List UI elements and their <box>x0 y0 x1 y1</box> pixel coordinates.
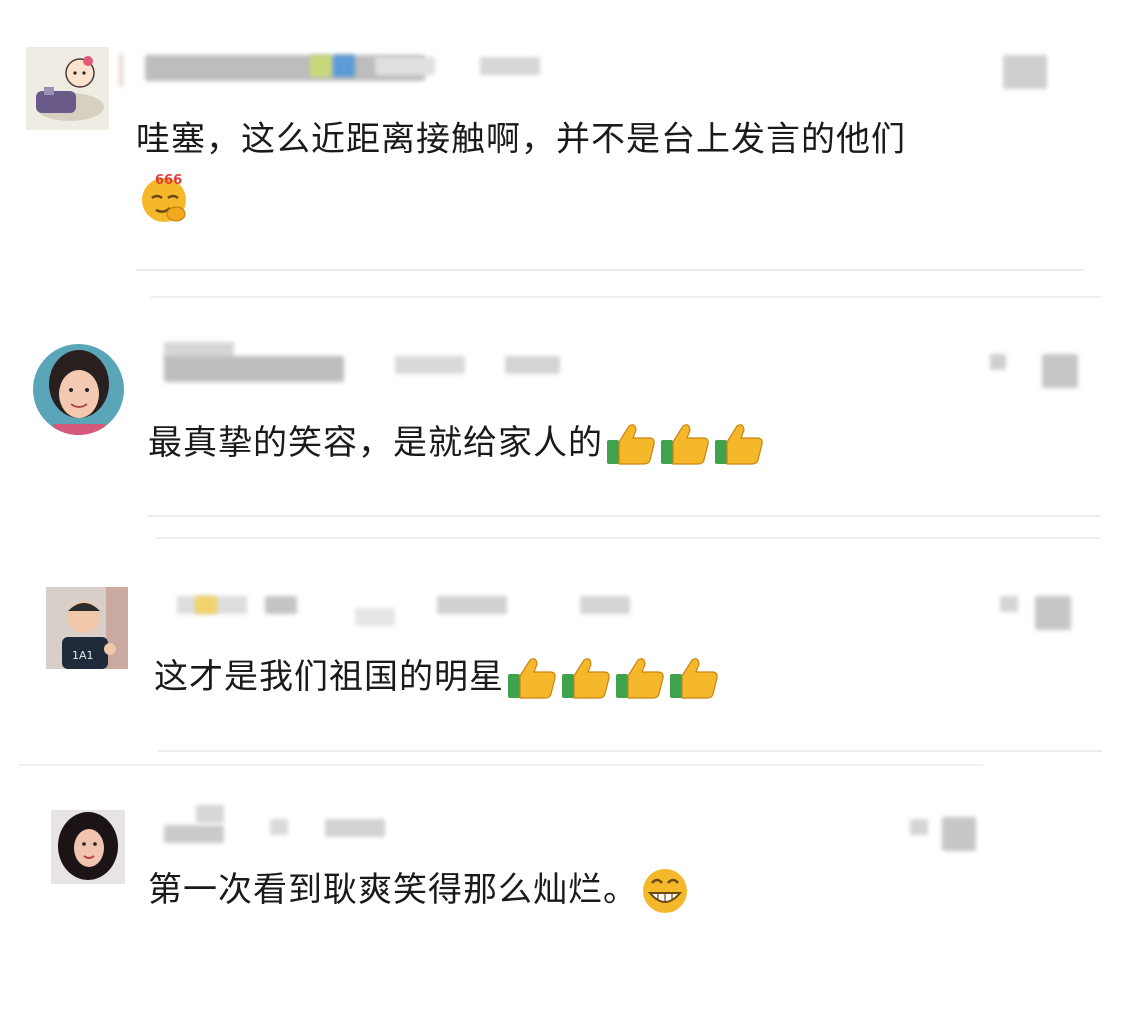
emoji-badge-text: 666 <box>155 173 182 188</box>
comment-text: 哇塞，这么近距离接触啊，并不是台上发言的他们 <box>136 115 906 163</box>
comment-body: 这才是我们祖国的明星 <box>154 657 504 697</box>
thumbs-up-icon <box>713 418 765 468</box>
username-blurred[interactable] <box>175 588 1075 630</box>
timestamp-blurred <box>1000 596 1018 612</box>
divider <box>150 296 1102 298</box>
username-blurred[interactable] <box>160 803 980 851</box>
timestamp-blurred <box>910 819 928 835</box>
thumbs-up-icon <box>560 652 612 702</box>
thumbs-up-icon <box>659 418 711 468</box>
grin-icon <box>640 865 690 915</box>
child-photo-avatar[interactable]: 1A1 <box>46 587 128 669</box>
thinking-666-icon: 666 <box>138 170 192 224</box>
thumbs-up-icon <box>605 418 657 468</box>
comment-item: 最真挚的笑容，是就给家人的 <box>0 300 1123 540</box>
timestamp-blurred <box>990 354 1006 370</box>
comment-body: 第一次看到耿爽笑得那么灿烂。 <box>148 870 638 910</box>
woman-curly-hair-avatar[interactable] <box>51 810 125 884</box>
divider <box>148 515 1100 517</box>
divider <box>136 269 1084 271</box>
thumbs-up-icon <box>506 652 558 702</box>
comment-text: 第一次看到耿爽笑得那么灿烂。 <box>148 865 690 915</box>
comment-text: 最真挚的笑容，是就给家人的 <box>148 418 765 468</box>
comment-body: 最真挚的笑容，是就给家人的 <box>148 423 603 463</box>
comment-text: 这才是我们祖国的明星 <box>154 652 720 702</box>
username-blurred[interactable] <box>115 45 1055 89</box>
woman-avatar[interactable] <box>33 344 124 435</box>
divider <box>155 537 1101 539</box>
divider <box>158 750 1102 752</box>
comment-item: 1A1 这才是我们祖国的明星 <box>0 540 1123 766</box>
comment-item: 第一次看到耿爽笑得那么灿烂。 <box>0 765 1123 1025</box>
cartoon-child-avatar[interactable] <box>26 47 109 130</box>
timestamp-blurred <box>1003 55 1047 89</box>
username-blurred[interactable] <box>160 338 1090 388</box>
comment-item: 哇塞，这么近距离接触啊，并不是台上发言的他们 666 <box>0 0 1123 300</box>
thumbs-up-icon <box>614 652 666 702</box>
comment-body: 哇塞，这么近距离接触啊，并不是台上发言的他们 <box>136 119 906 160</box>
svg-text:1A1: 1A1 <box>72 649 94 662</box>
thumbs-up-icon <box>668 652 720 702</box>
